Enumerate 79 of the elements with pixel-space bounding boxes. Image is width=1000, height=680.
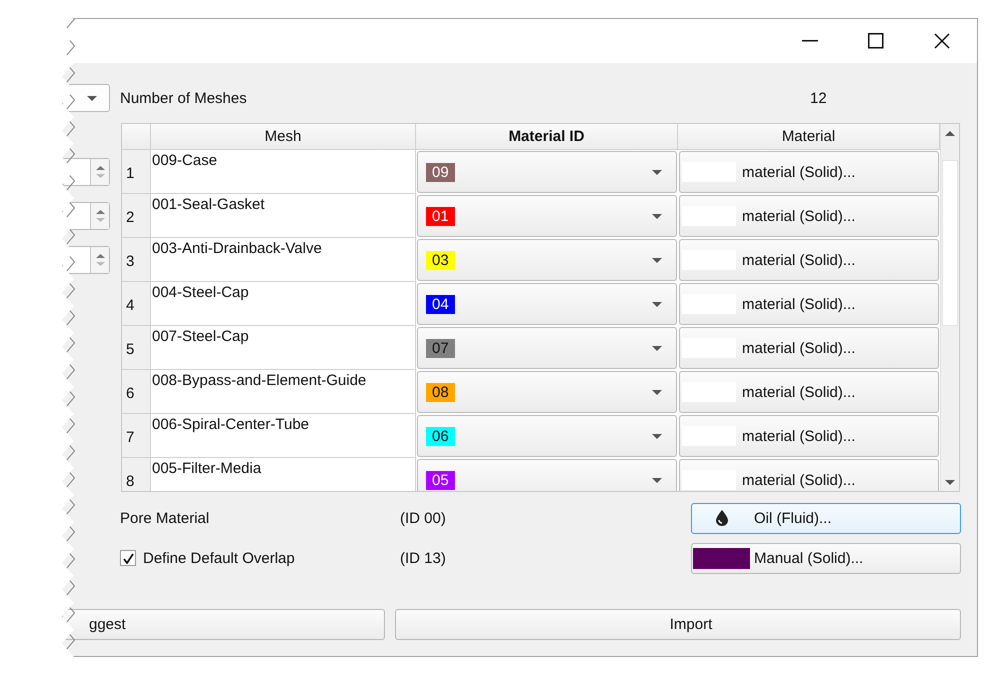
checkmark-icon — [122, 552, 134, 564]
caret-icon — [652, 346, 662, 350]
spin-arrows-icon — [96, 209, 104, 223]
material-id-tag: 04 — [426, 294, 455, 314]
mesh-name-cell: 004-Steel-Cap — [151, 282, 416, 326]
caret-icon — [652, 170, 662, 174]
material-id-tag: 07 — [426, 338, 455, 358]
row-number: 1 — [122, 150, 151, 194]
material-id-tag: 03 — [426, 250, 455, 270]
mesh-count-value: 12 — [810, 90, 827, 106]
pore-material-button[interactable]: Oil (Fluid)... — [691, 502, 961, 534]
spin-box[interactable] — [62, 202, 110, 230]
scrollbar[interactable] — [940, 124, 959, 491]
column-header[interactable]: Material — [678, 124, 940, 150]
row-number: 4 — [122, 282, 151, 326]
close-icon — [934, 33, 950, 49]
caret-icon — [652, 390, 662, 394]
material-button[interactable]: material (Solid)... — [679, 151, 939, 193]
material-id-tag: 01 — [426, 206, 455, 226]
mesh-name-cell: 005-Filter-Media — [151, 458, 416, 491]
material-button[interactable]: material (Solid)... — [679, 415, 939, 457]
material-button[interactable]: material (Solid)... — [679, 239, 939, 281]
action-button[interactable]: ggest — [62, 609, 385, 640]
mesh-name-cell: 008-Bypass-and-Element-Guide — [151, 370, 416, 414]
pore-material-id: (ID 00) — [400, 510, 447, 526]
default-overlap-label: Define Default Overlap — [143, 550, 295, 566]
material-button[interactable]: material (Solid)... — [679, 459, 939, 491]
caret-icon — [652, 302, 662, 306]
minimize-icon — [802, 40, 818, 42]
material-id-tag: 08 — [426, 382, 455, 402]
caret-icon — [652, 214, 662, 218]
scrollbar-thumb[interactable] — [942, 160, 958, 326]
dropdown-button[interactable] — [62, 84, 110, 112]
row-number: 6 — [122, 370, 151, 414]
scroll-down-icon — [945, 480, 955, 484]
action-button[interactable]: Import — [395, 609, 961, 640]
default-overlap-button[interactable]: Manual (Solid)... — [691, 542, 961, 574]
column-header[interactable]: Material ID — [416, 124, 678, 150]
caret-icon — [87, 96, 97, 100]
material-id-tag: 05 — [426, 470, 455, 490]
caret-icon — [652, 434, 662, 438]
spin-arrows-icon — [96, 253, 104, 267]
material-button[interactable]: material (Solid)... — [679, 283, 939, 325]
maximize-icon — [868, 33, 884, 49]
pore-material-label: Pore Material — [120, 510, 210, 526]
spin-arrows-icon — [96, 165, 104, 179]
caret-icon — [652, 258, 662, 262]
checkbox[interactable] — [120, 550, 136, 566]
material-id-dropdown[interactable]: 03 — [417, 239, 677, 281]
material-id-dropdown[interactable]: 08 — [417, 371, 677, 413]
mesh-name-cell: 006-Spiral-Center-Tube — [151, 414, 416, 458]
material-id-dropdown[interactable]: 07 — [417, 327, 677, 369]
row-number: 7 — [122, 414, 151, 458]
column-header[interactable]: Mesh — [151, 124, 416, 150]
row-number: 2 — [122, 194, 151, 238]
material-id-dropdown[interactable]: 04 — [417, 283, 677, 325]
material-button[interactable]: material (Solid)... — [679, 327, 939, 369]
scroll-up-icon — [945, 130, 955, 136]
mesh-name-cell: 001-Seal-Gasket — [151, 194, 416, 238]
row-number: 5 — [122, 326, 151, 370]
mesh-name-cell: 009-Case — [151, 150, 416, 194]
material-id-tag: 09 — [426, 162, 455, 182]
caret-icon — [652, 478, 662, 482]
spin-box[interactable] — [62, 158, 110, 186]
mesh-count-label: Number of Meshes — [120, 90, 248, 106]
mesh-name-cell: 007-Steel-Cap — [151, 326, 416, 370]
material-id-dropdown[interactable]: 05 — [417, 459, 677, 491]
row-number: 8 — [122, 458, 151, 491]
material-id-dropdown[interactable]: 06 — [417, 415, 677, 457]
material-id-dropdown[interactable]: 01 — [417, 195, 677, 237]
spin-box[interactable] — [62, 246, 110, 274]
material-button[interactable]: material (Solid)... — [679, 371, 939, 413]
drop-icon — [716, 510, 728, 526]
mesh-name-cell: 003-Anti-Drainback-Valve — [151, 238, 416, 282]
material-button[interactable]: material (Solid)... — [679, 195, 939, 237]
material-id-tag: 06 — [426, 426, 455, 446]
default-overlap-id: (ID 13) — [400, 550, 447, 566]
material-id-dropdown[interactable]: 09 — [417, 151, 677, 193]
row-number: 3 — [122, 238, 151, 282]
